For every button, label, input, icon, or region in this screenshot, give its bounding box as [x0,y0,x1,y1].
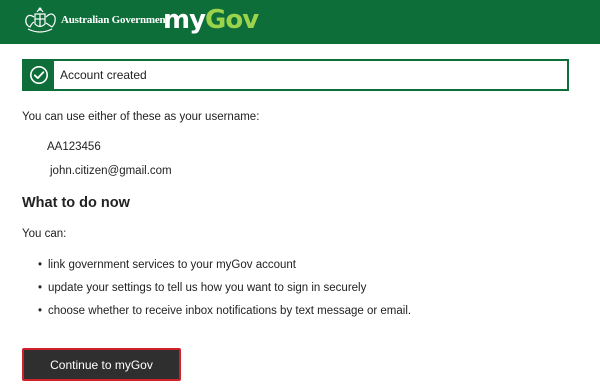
username-option: AA123456 [47,141,101,153]
list-item: update your settings to tell us how you … [38,281,411,304]
check-circle-icon [30,66,48,84]
alert-message: Account created [60,68,147,82]
account-created-alert: Account created [22,59,569,91]
next-steps-list: link government services to your myGov a… [38,258,411,327]
continue-button[interactable]: Continue to myGov [22,348,181,381]
username-option: john.citizen@gmail.com [50,165,172,177]
list-item: choose whether to receive inbox notifica… [38,304,411,327]
list-item: link government services to your myGov a… [38,258,411,281]
site-header: Australian Government myGov [0,0,600,44]
username-intro-text: You can use either of these as your user… [22,111,260,123]
you-can-text: You can: [22,228,67,240]
government-label: Australian Government [61,14,169,26]
alert-icon-container [24,61,54,89]
mygov-logo[interactable]: myGov [163,4,259,36]
section-heading: What to do now [22,195,130,211]
commonwealth-crest-icon [25,7,56,33]
logo-gov-text: Gov [205,5,259,35]
logo-my-text: my [163,5,206,35]
